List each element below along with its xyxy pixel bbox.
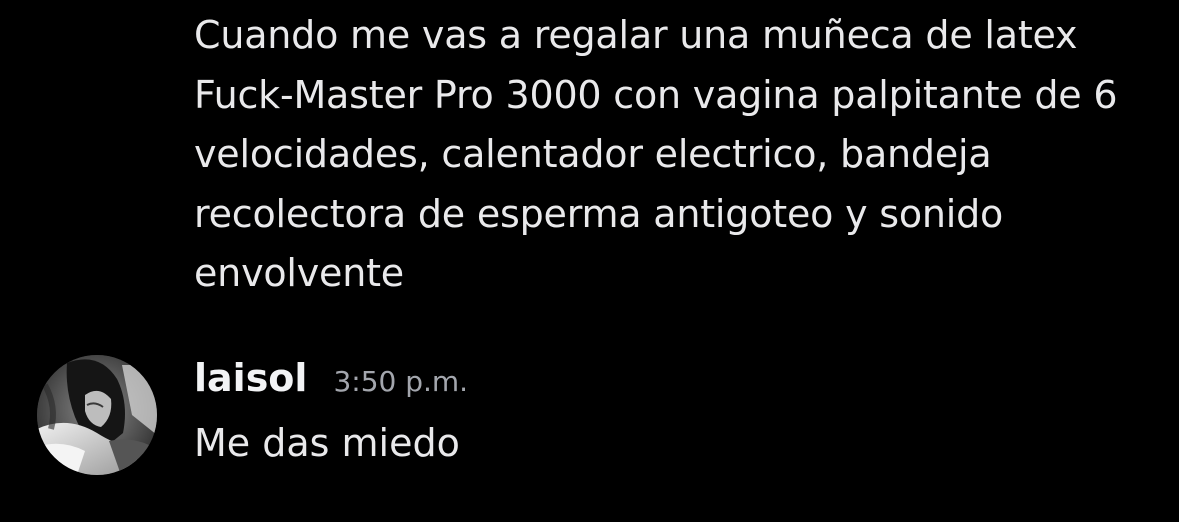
message-header: laisol 3:50 p.m. [194,356,468,416]
chat-message-list: Cuando me vas a regalar una muñeca de la… [0,0,1179,522]
username[interactable]: laisol [194,356,307,400]
message-text: Me das miedo [194,421,460,465]
user-avatar[interactable] [37,355,157,475]
user-avatar-image [37,355,157,475]
timestamp[interactable]: 3:50 p.m. [333,365,468,398]
message-text: Cuando me vas a regalar una muñeca de la… [194,13,1118,295]
